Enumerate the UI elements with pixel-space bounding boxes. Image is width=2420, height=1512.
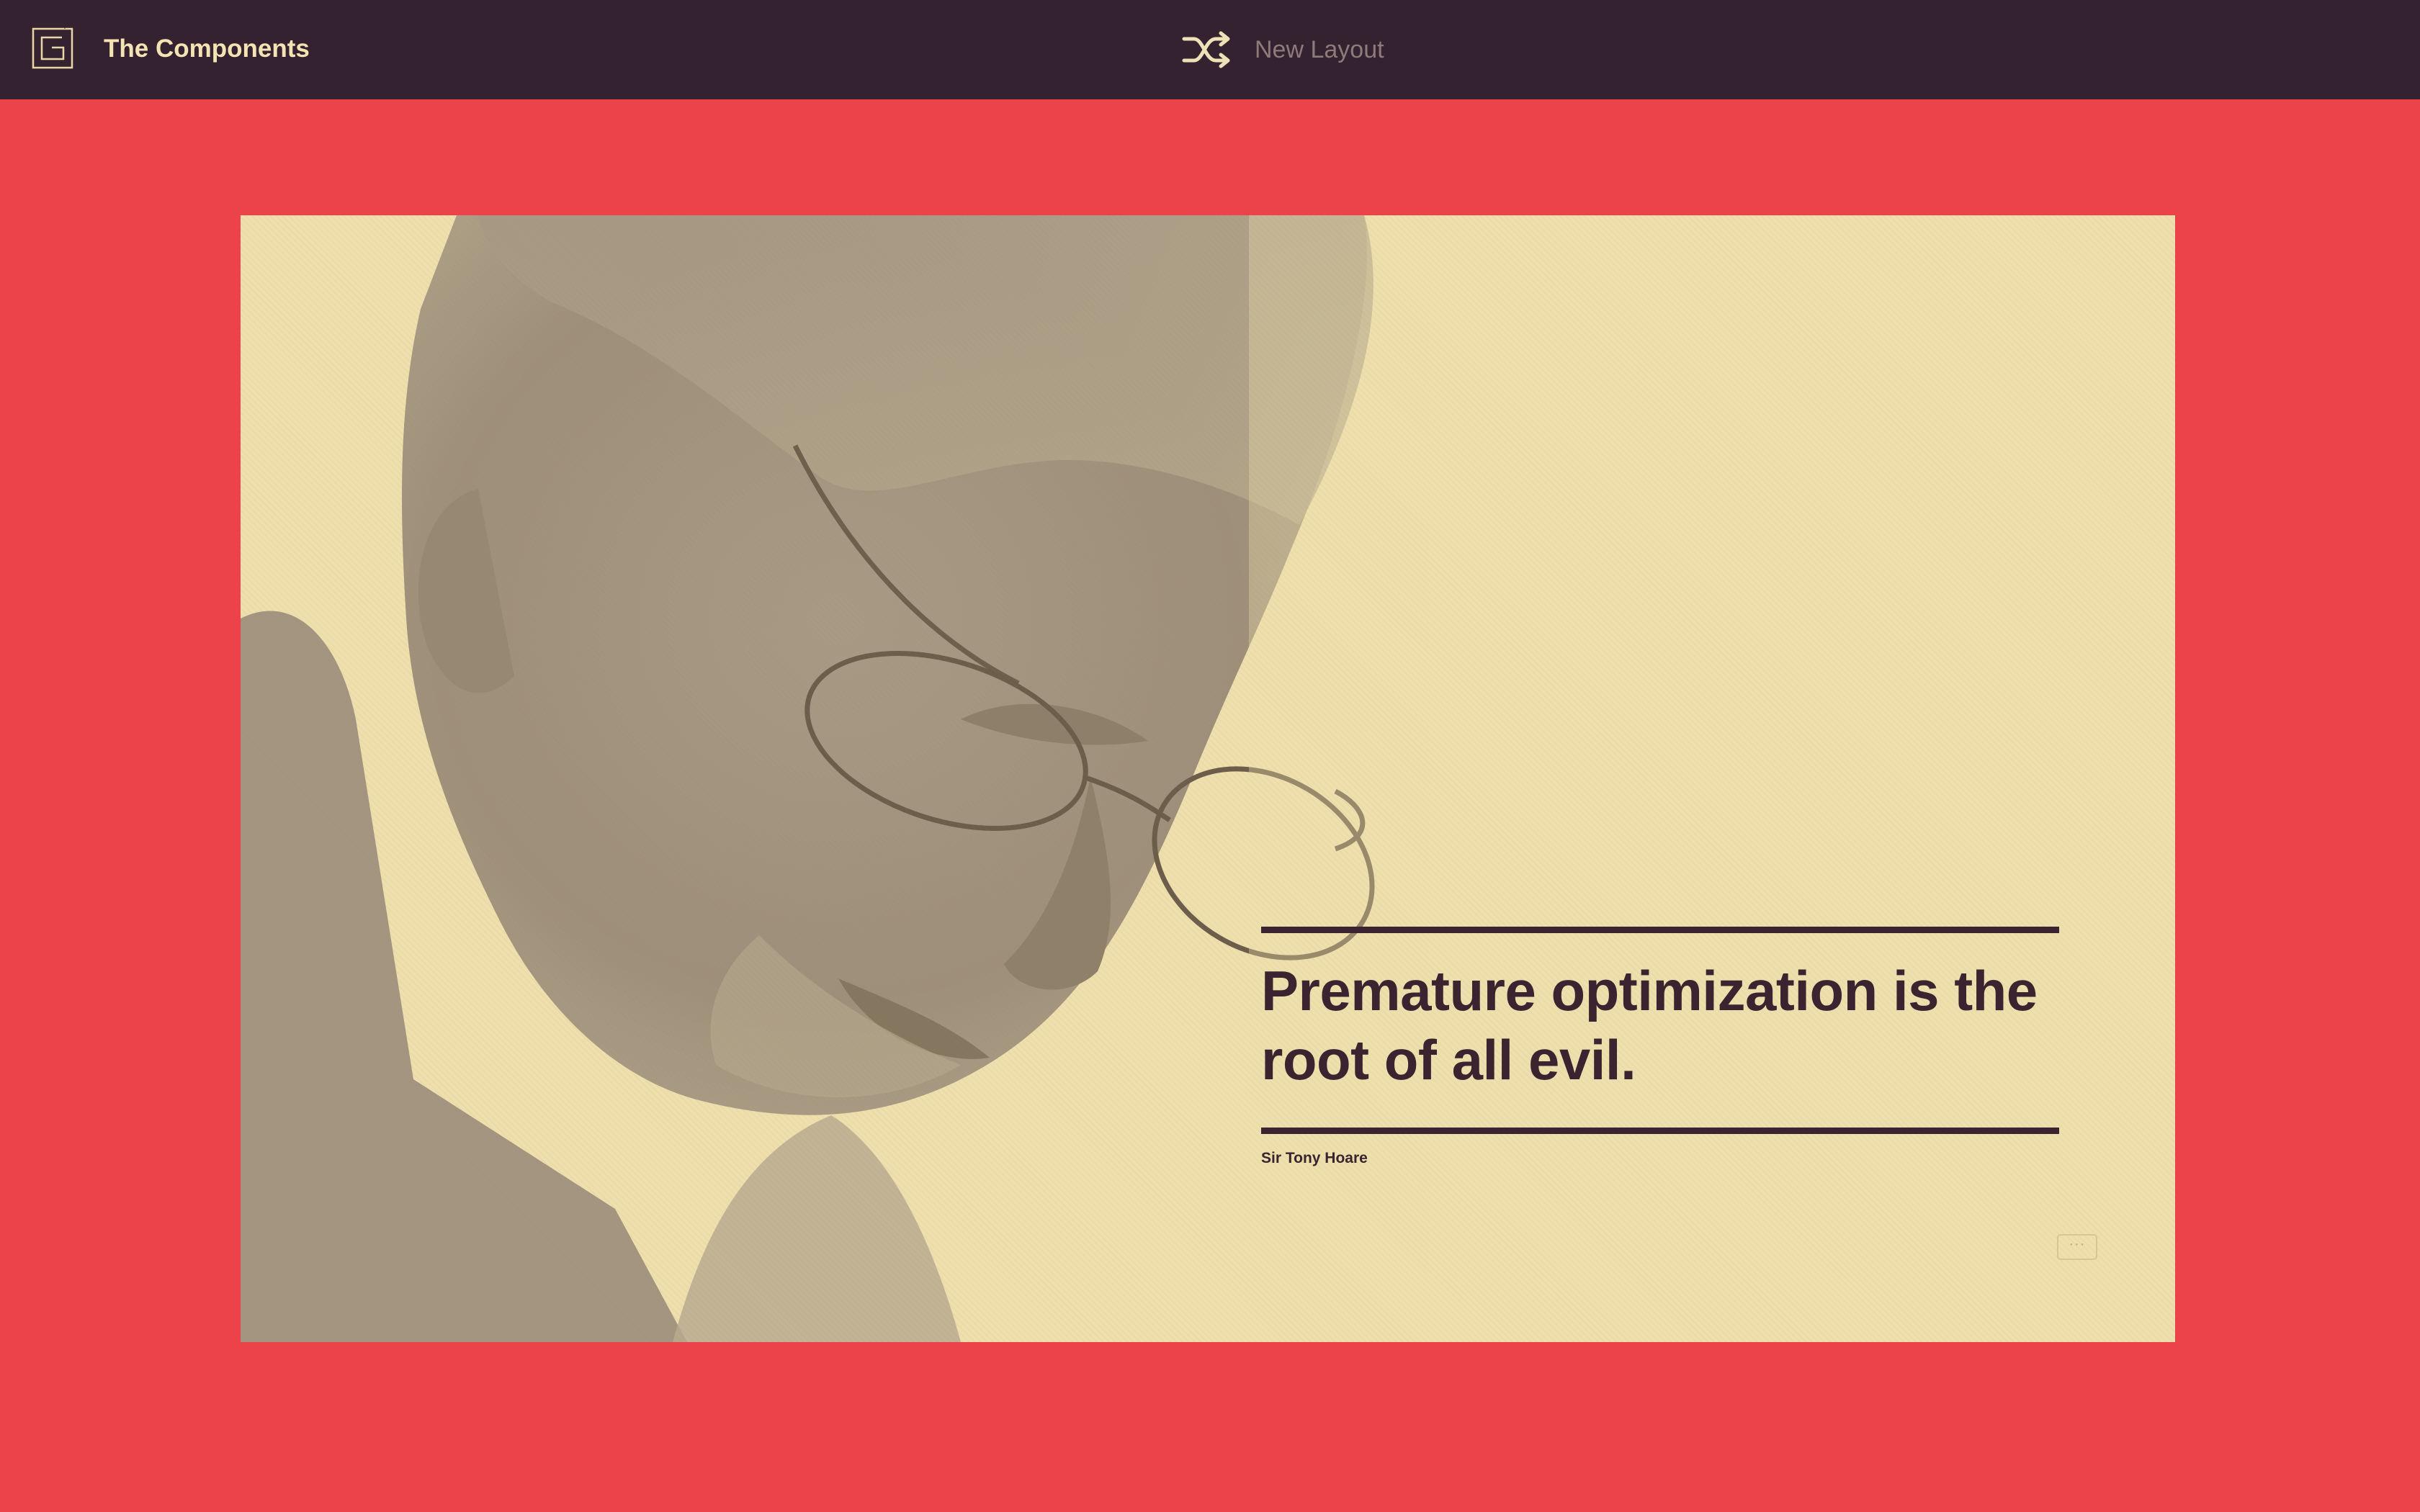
shuffle-icon	[1182, 31, 1230, 68]
app-title[interactable]: The Components	[104, 32, 310, 66]
new-layout-label: New Layout	[1255, 35, 1384, 63]
quote-block: Premature optimization is the root of al…	[1261, 927, 2059, 1167]
quote-card: Premature optimization is the root of al…	[241, 215, 2175, 1342]
g-square-logo-icon[interactable]	[32, 27, 73, 69]
quote-text: Premature optimization is the root of al…	[1261, 959, 2038, 1092]
top-bar: The Components New Layout	[0, 0, 2420, 99]
top-rule	[1261, 927, 2059, 933]
paper-texture	[241, 215, 2175, 1342]
bottom-rule	[1261, 1128, 2059, 1134]
more-options-button[interactable]: ···	[2057, 1234, 2097, 1260]
quote-attribution: Sir Tony Hoare	[1261, 1150, 1368, 1166]
new-layout-button[interactable]: New Layout	[1181, 27, 1384, 72]
